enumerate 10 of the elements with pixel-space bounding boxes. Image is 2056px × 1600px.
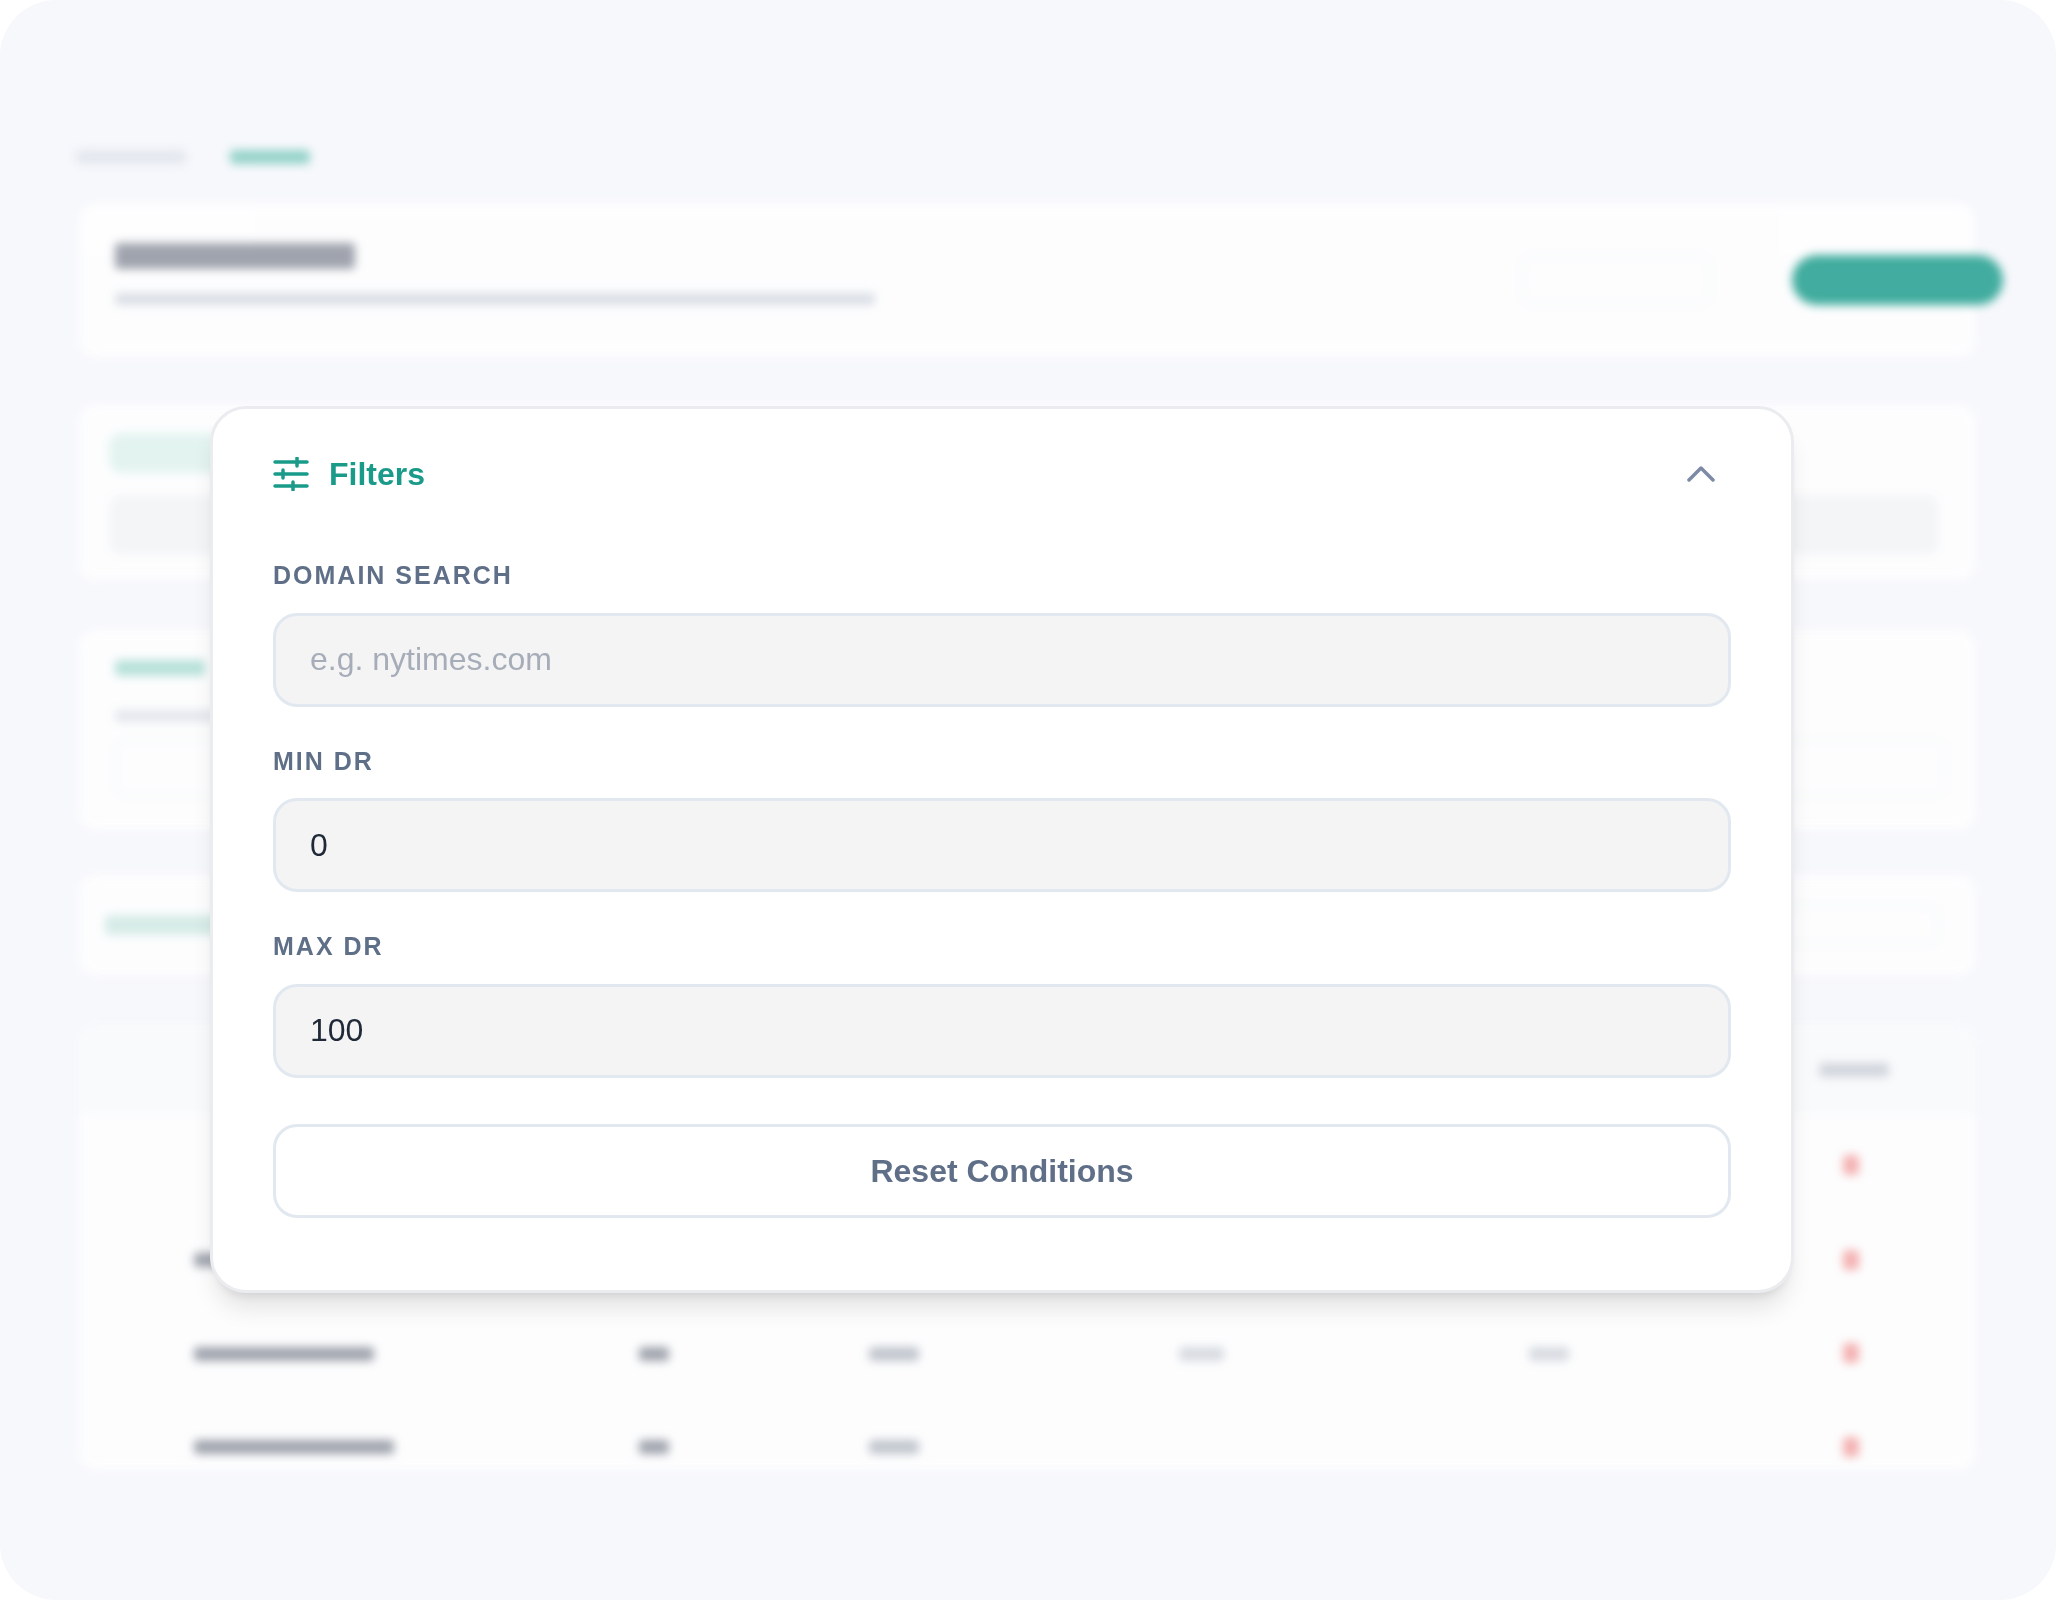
- reset-conditions-button[interactable]: Reset Conditions: [273, 1123, 1731, 1218]
- input-field[interactable]: 100: [273, 983, 1731, 1078]
- input-field[interactable]: e.g. nytimes.com: [273, 612, 1731, 707]
- input-field[interactable]: 0: [273, 798, 1731, 892]
- panel-title: Filters: [329, 455, 426, 494]
- sliders-icon: [273, 457, 309, 491]
- chevron-up-icon: [1687, 466, 1715, 482]
- field-label: MIN DR: [273, 745, 375, 777]
- field-label: MAX DR: [273, 931, 385, 962]
- field-label: DOMAIN SEARCH: [273, 560, 514, 591]
